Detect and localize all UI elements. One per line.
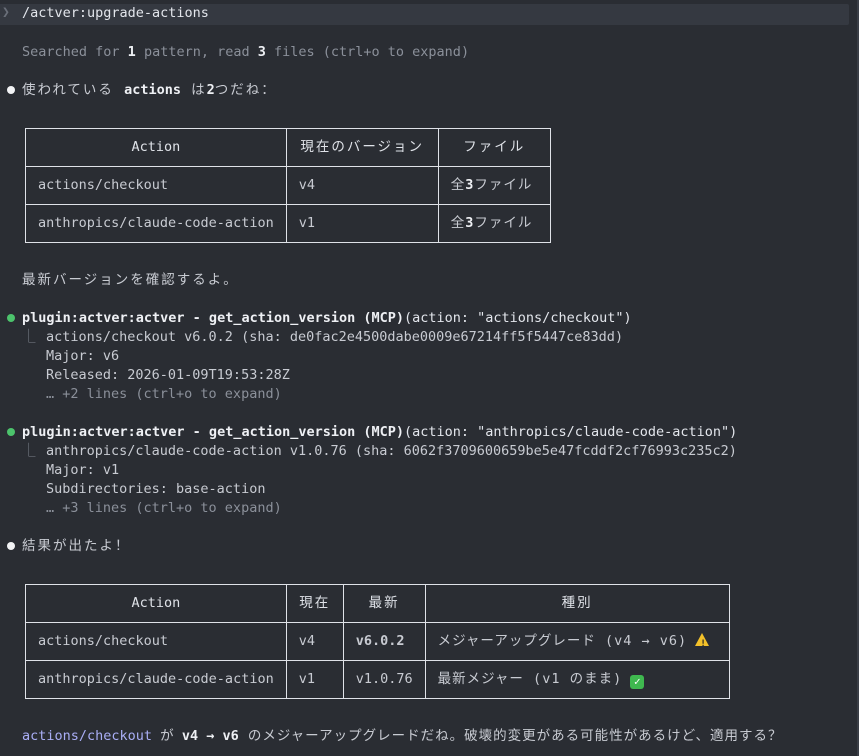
tool-result-subdirectories: Subdirectories: base-action: [46, 481, 266, 497]
tool-result-major: Major: v6: [46, 348, 120, 364]
expand-more-lines[interactable]: … +3 lines (ctrl+o to expand): [46, 499, 282, 518]
table-row: actions/checkout v4 v6.0.2 メジャーアップグレード (…: [25, 622, 730, 661]
header-current-version: 現在のバージョン: [285, 128, 439, 167]
header-files: ファイル: [437, 128, 551, 167]
table-row: anthropics/claude-code-action v1 全3ファイル: [25, 204, 551, 243]
tool-result: actions/checkout v6.0.2 (sha: de0fac2e45…: [46, 329, 624, 345]
check-mark-icon: ✓: [630, 675, 645, 689]
header-action: Action: [25, 128, 287, 167]
search-file-count: 3: [257, 44, 266, 60]
search-pattern-count: 1: [127, 44, 136, 60]
msg1-count: 2: [206, 82, 215, 98]
table-header-row: Action 現在のバージョン ファイル: [25, 128, 551, 167]
message-bullet-icon: [7, 542, 15, 550]
search-summary-mid: pattern, read: [135, 44, 258, 60]
table-header-row: Action 現在 最新 種別: [25, 584, 730, 623]
header-latest: 最新: [342, 584, 426, 623]
header-action: Action: [25, 584, 287, 623]
search-summary[interactable]: Searched for 1 pattern, read 3 files (ct…: [22, 43, 469, 62]
tool-name: plugin:actver:actver - get_action_versio…: [22, 424, 405, 440]
tree-connector-icon: ⎿: [22, 443, 36, 459]
message-bullet-icon: [7, 86, 15, 94]
tool-call-2-header[interactable]: plugin:actver:actver - get_action_versio…: [22, 423, 737, 442]
final-text-d: のメジャーアップグレードだね。破壊的変更がある可能性があるけど、適用する？: [238, 728, 783, 744]
file-count: 全3ファイル: [437, 166, 551, 205]
msg1-actions-word: actions: [124, 82, 181, 98]
msg1-text-e: つだね：: [214, 82, 277, 98]
assistant-message-2: 最新バージョンを確認するよ。: [22, 272, 239, 288]
file-count-prefix: 全: [450, 215, 466, 231]
search-summary-suffix: files (ctrl+o to expand): [265, 44, 470, 60]
msg1-text-c: は: [180, 82, 207, 98]
latest-version: v6.0.2: [342, 622, 426, 661]
tree-connector-icon: ⎿: [22, 329, 36, 345]
prompt-chevron-icon: ❯: [2, 5, 10, 20]
tool-result-major: Major: v1: [46, 462, 120, 478]
current-version: v1: [285, 660, 344, 699]
file-count-number: 3: [465, 215, 475, 231]
header-current: 現在: [285, 584, 344, 623]
expand-more-lines[interactable]: … +2 lines (ctrl+o to expand): [46, 385, 282, 404]
prompt-command: /actver:upgrade-actions: [22, 5, 209, 21]
latest-version: v1.0.76: [342, 660, 426, 699]
tool-call-1-header[interactable]: plugin:actver:actver - get_action_versio…: [22, 309, 632, 328]
tool-result: anthropics/claude-code-action v1.0.76 (s…: [46, 443, 737, 459]
tool-call-bullet-icon: [7, 314, 15, 322]
actions-table: Action 現在のバージョン ファイル actions/checkout v4…: [25, 128, 551, 243]
tool-result-released: Released: 2026-01-09T19:53:28Z: [46, 367, 290, 383]
upgrade-type-text: 最新メジャー (v1 のまま): [437, 671, 623, 687]
results-table: Action 現在 最新 種別 actions/checkout v4 v6.0…: [25, 584, 730, 699]
upgrade-type: メジャーアップグレード (v4 → v6) !: [424, 622, 730, 661]
table-row: actions/checkout v4 全3ファイル: [25, 166, 551, 205]
final-action-name: actions/checkout: [22, 728, 153, 744]
header-type: 種別: [424, 584, 730, 623]
final-question: actions/checkout が v4 → v6 のメジャーアップグレードだ…: [22, 727, 782, 746]
tool-args: (action: "anthropics/claude-code-action"…: [404, 424, 738, 440]
upgrade-type-text: メジャーアップグレード (v4 → v6): [437, 633, 688, 649]
action-name: anthropics/claude-code-action: [25, 660, 287, 699]
file-count: 全3ファイル: [437, 204, 551, 243]
final-version-change: v4 → v6: [181, 728, 239, 744]
tool-call-bullet-icon: [7, 428, 15, 436]
assistant-message-1: 使われている actions は2つだね：: [22, 81, 277, 100]
tool-args: (action: "actions/checkout"): [404, 310, 632, 326]
search-summary-prefix: Searched for: [22, 44, 128, 60]
msg1-text-a: 使われている: [22, 82, 125, 98]
file-count-suffix: ファイル: [474, 177, 533, 193]
action-name: anthropics/claude-code-action: [25, 204, 287, 243]
prompt-bar[interactable]: ❯ /actver:upgrade-actions: [0, 4, 849, 25]
file-count-number: 3: [465, 177, 475, 193]
table-row: anthropics/claude-code-action v1 v1.0.76…: [25, 660, 730, 699]
final-text-b: が: [152, 728, 182, 744]
file-count-suffix: ファイル: [474, 215, 533, 231]
tool-name: plugin:actver:actver - get_action_versio…: [22, 310, 405, 326]
assistant-message-3: 結果が出たよ！: [22, 538, 131, 554]
current-version: v4: [285, 166, 439, 205]
action-name: actions/checkout: [25, 166, 287, 205]
current-version: v4: [285, 622, 344, 661]
upgrade-type: 最新メジャー (v1 のまま) ✓: [424, 660, 730, 699]
current-version: v1: [285, 204, 439, 243]
file-count-prefix: 全: [450, 177, 466, 193]
warning-icon: !: [695, 633, 710, 649]
action-name: actions/checkout: [25, 622, 287, 661]
